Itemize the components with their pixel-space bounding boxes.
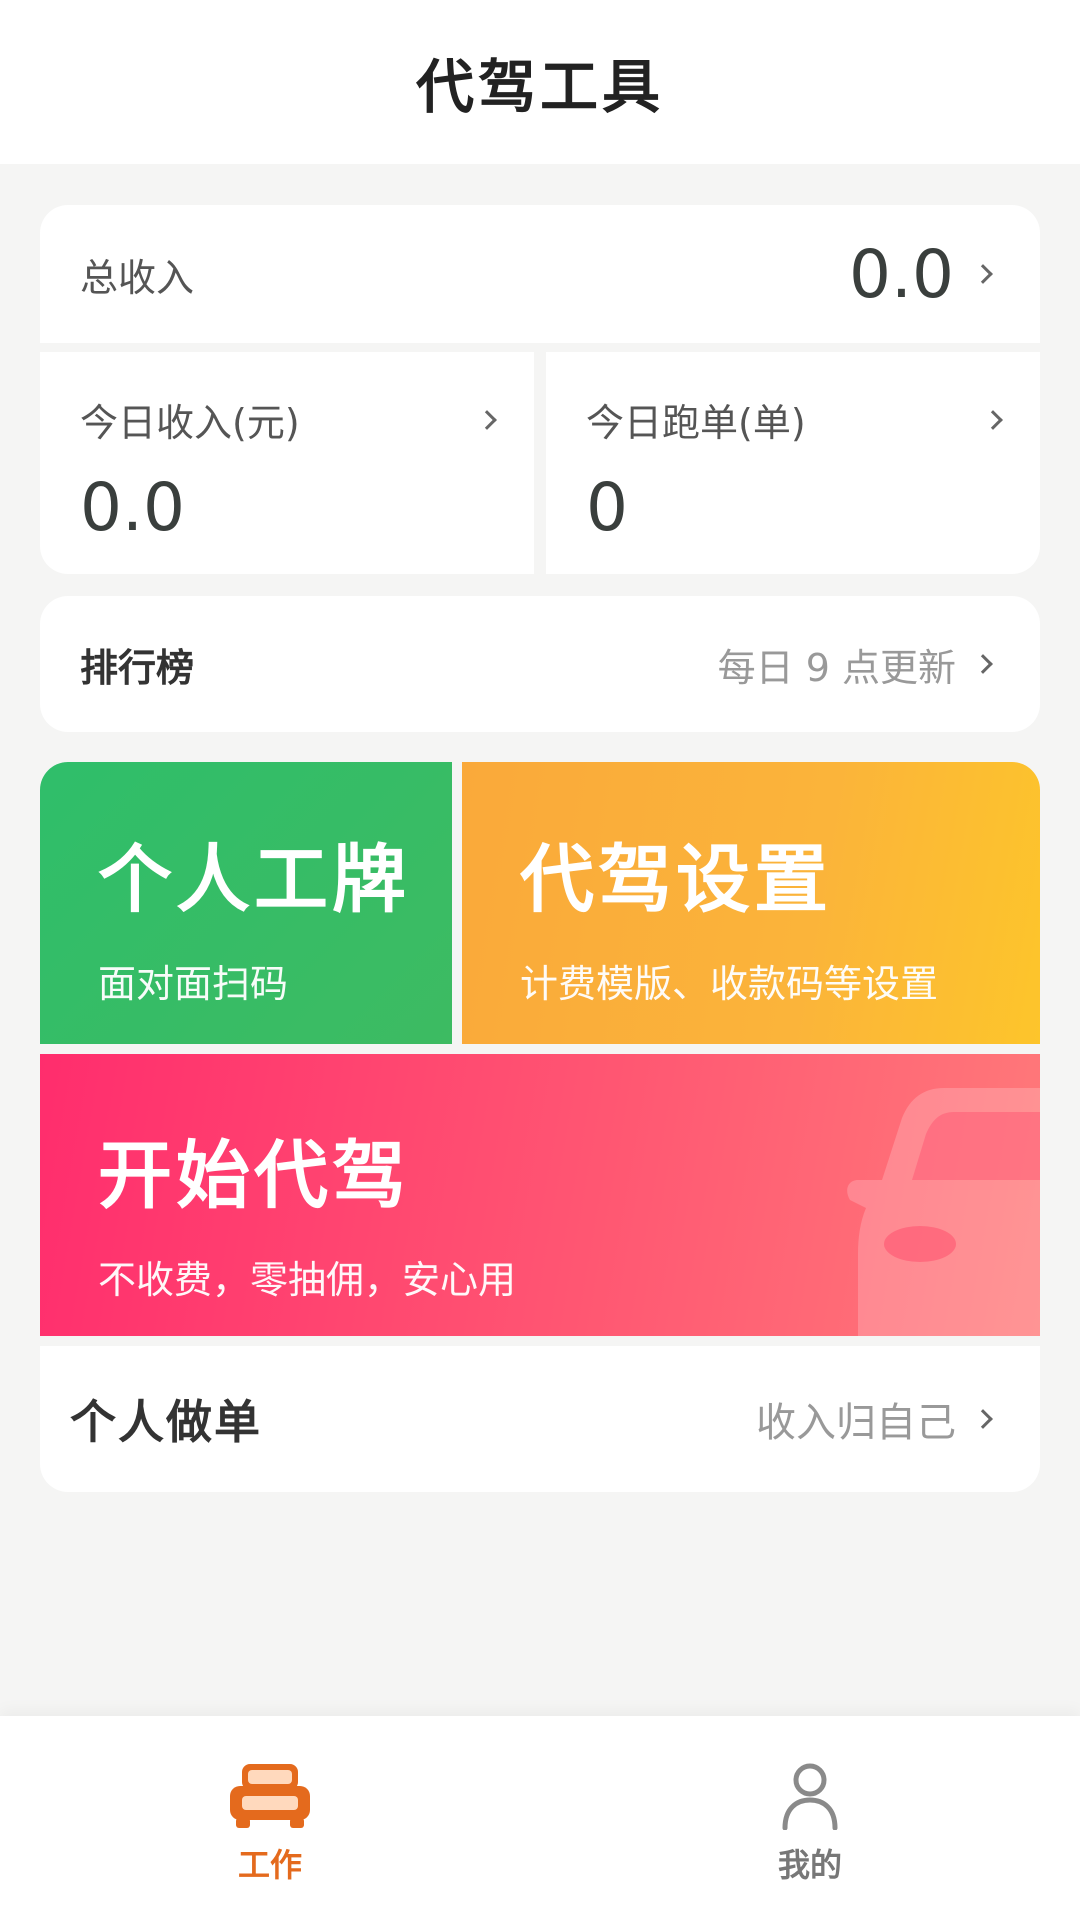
chevron-right-icon	[973, 1409, 993, 1429]
tab-mine-label: 我的	[777, 1846, 842, 1884]
tab-work[interactable]: 工作	[0, 1716, 540, 1920]
tab-work-label: 工作	[237, 1846, 302, 1884]
ranking-update-note: 每日 9 点更新	[717, 645, 956, 690]
driving-settings-subtitle: 计费模版、收款码等设置	[520, 962, 939, 1006]
start-driving-tile[interactable]: 开始代驾 不收费，零抽佣，安心用	[40, 1054, 1040, 1336]
ranking-label: 排行榜	[80, 645, 195, 690]
chevron-right-icon	[983, 409, 1003, 430]
total-income-card[interactable]: 总收入 0.0	[40, 205, 1040, 343]
personal-order-note: 收入归自己	[756, 1400, 956, 1446]
today-income-label: 今日收入(元)	[80, 401, 300, 445]
today-income-card[interactable]: 今日收入(元) 0.0	[40, 352, 534, 574]
tab-mine[interactable]: 我的	[540, 1716, 1080, 1920]
page-title: 代驾工具	[415, 53, 664, 121]
bottom-tab-bar: 工作 我的	[0, 1716, 1080, 1920]
personal-order-card[interactable]: 个人做单 收入归自己	[40, 1346, 1040, 1492]
chevron-right-icon	[973, 264, 993, 284]
car-icon	[230, 1764, 310, 1828]
driving-settings-tile[interactable]: 代驾设置 计费模版、收款码等设置	[462, 762, 1040, 1044]
app-header: 代驾工具	[0, 0, 1080, 164]
chevron-right-icon	[973, 654, 993, 674]
driving-settings-title: 代驾设置	[520, 837, 832, 923]
total-income-label: 总收入	[80, 255, 195, 300]
car-watermark-icon	[847, 1088, 1040, 1336]
today-orders-card[interactable]: 今日跑单(单) 0	[546, 352, 1040, 574]
ranking-card[interactable]: 排行榜 每日 9 点更新	[40, 596, 1040, 732]
personal-badge-tile[interactable]: 个人工牌 面对面扫码	[40, 762, 452, 1044]
person-icon	[782, 1763, 838, 1830]
chevron-right-icon	[477, 409, 497, 430]
personal-badge-title: 个人工牌	[98, 837, 410, 923]
today-orders-value: 0	[586, 469, 628, 546]
personal-badge-subtitle: 面对面扫码	[98, 962, 289, 1006]
today-income-value: 0.0	[80, 469, 185, 546]
today-orders-label: 今日跑单(单)	[586, 401, 806, 445]
personal-order-label: 个人做单	[70, 1395, 262, 1449]
total-income-value: 0.0	[849, 235, 954, 313]
